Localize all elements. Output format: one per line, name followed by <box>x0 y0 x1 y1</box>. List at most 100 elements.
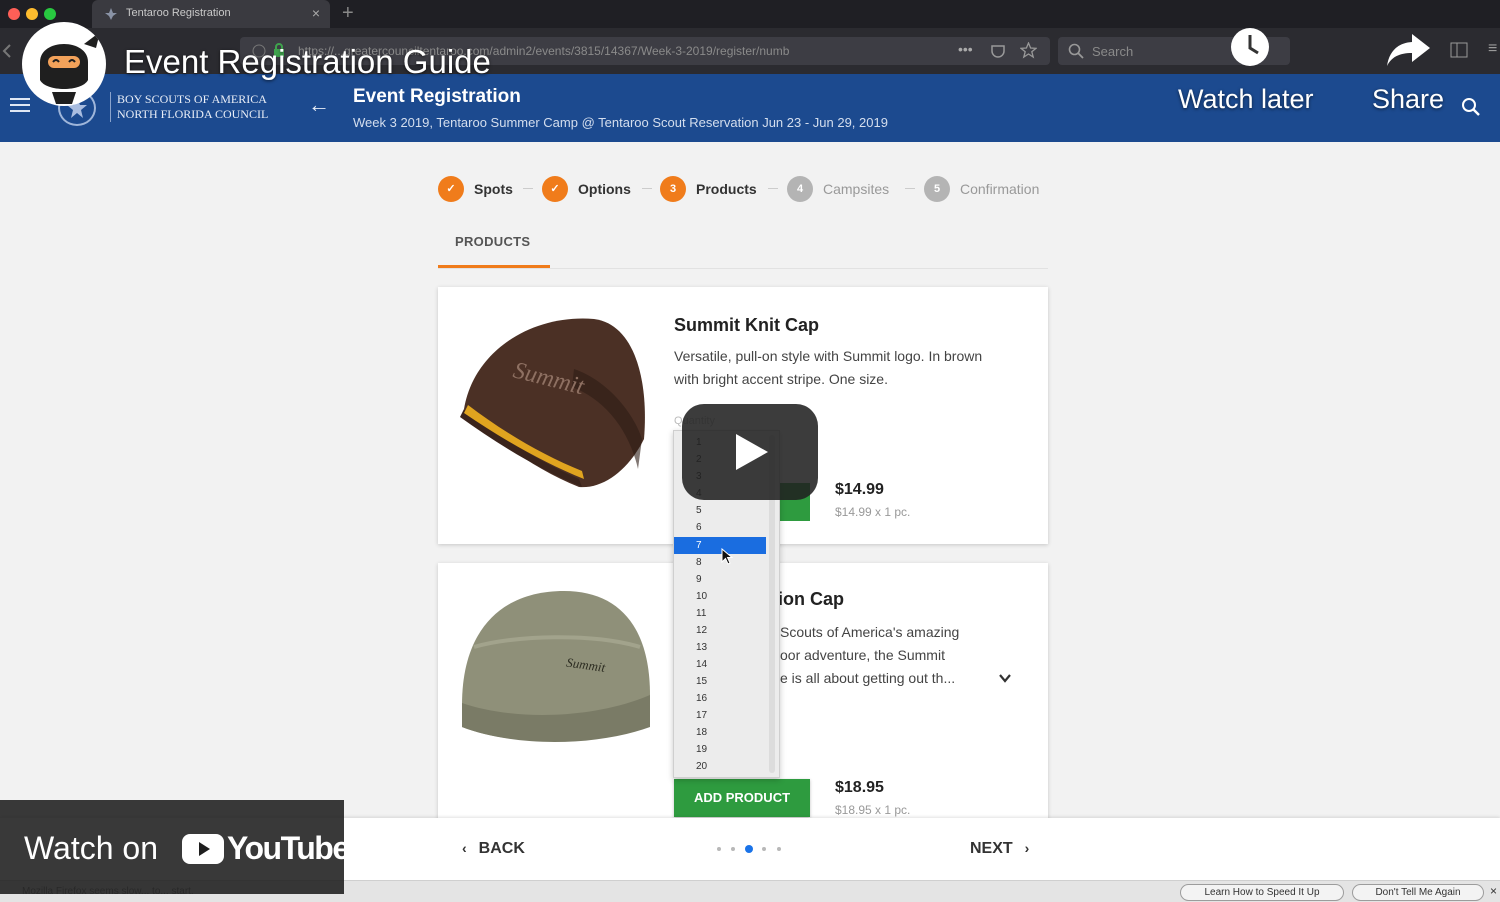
product-name: Summit Knit Cap <box>674 315 820 335</box>
window-minimize-button[interactable] <box>26 8 38 20</box>
field-cap-image: Summit <box>462 591 650 742</box>
ninja-mascot-icon <box>24 24 104 104</box>
step-label: Products <box>696 181 757 197</box>
video-title[interactable]: Event Registration Guide <box>124 43 491 81</box>
product-price: $18.95 <box>835 779 884 796</box>
new-tab-icon[interactable]: + <box>342 2 354 25</box>
quantity-option[interactable]: 8 <box>674 554 766 571</box>
page-dot[interactable] <box>731 847 735 851</box>
pocket-icon[interactable] <box>990 43 1006 59</box>
browser-tab[interactable]: Tentaroo Registration × <box>92 0 330 28</box>
next-button[interactable]: NEXT › <box>970 840 1029 858</box>
description-line: Scouts of America's amazing <box>780 624 960 640</box>
bookmark-star-icon[interactable] <box>1020 42 1037 59</box>
watch-on-label: Watch on <box>24 830 158 866</box>
sidebar-toggle-icon[interactable] <box>1450 42 1468 58</box>
quantity-option[interactable]: 18 <box>674 724 766 741</box>
quantity-option[interactable]: 20 <box>674 758 766 775</box>
fleur-de-lis-favicon-icon <box>105 8 117 20</box>
quantity-option[interactable]: 11 <box>674 605 766 622</box>
product-description: Scouts of America's amazing oor adventur… <box>780 621 1010 690</box>
tab-label: PRODUCTS <box>455 234 531 249</box>
channel-avatar[interactable] <box>22 22 106 106</box>
org-line-2: NORTH FLORIDA COUNCIL <box>117 107 269 121</box>
clock-icon[interactable] <box>1229 26 1271 68</box>
chevron-right-icon: › <box>1024 840 1030 856</box>
back-nav-icon[interactable] <box>0 42 14 60</box>
product-name: ion Cap <box>778 589 844 609</box>
knit-cap-image: Summit <box>460 318 645 488</box>
product-description: Versatile, pull-on style with Summit log… <box>674 348 983 387</box>
search-icon <box>1068 43 1084 59</box>
quantity-option[interactable]: 9 <box>674 571 766 588</box>
share-button[interactable]: Share <box>1372 84 1444 115</box>
quantity-option[interactable]: 6 <box>674 519 766 536</box>
step-divider <box>768 188 778 189</box>
screenshot-root: Tentaroo Registration × + https://...gre… <box>0 0 1500 902</box>
back-arrow-icon[interactable]: ← <box>308 92 330 118</box>
menu-icon[interactable] <box>10 98 30 116</box>
org-line-1: BOY SCOUTS OF AMERICA <box>117 92 267 106</box>
learn-speed-button[interactable]: Learn How to Speed It Up <box>1180 884 1344 901</box>
youtube-wordmark: YouTube <box>227 830 350 866</box>
quantity-option[interactable]: 19 <box>674 741 766 758</box>
step-label: Confirmation <box>960 181 1040 197</box>
page-dot[interactable] <box>717 847 721 851</box>
header-search-icon[interactable] <box>1460 96 1482 118</box>
tab-products[interactable]: PRODUCTS <box>438 222 550 268</box>
page-dot[interactable] <box>762 847 766 851</box>
page-title: Event Registration <box>353 86 521 107</box>
play-icon <box>736 434 768 470</box>
window-close-button[interactable] <box>8 8 20 20</box>
step-label: Spots <box>474 181 513 197</box>
chevron-down-icon[interactable] <box>998 671 1012 685</box>
close-notification-icon[interactable]: × <box>1490 884 1497 898</box>
browser-menu-icon[interactable]: ≡ <box>1488 40 1497 58</box>
browser-search-placeholder: Search <box>1092 44 1134 59</box>
mouse-cursor-icon <box>721 548 733 565</box>
quantity-option[interactable]: 13 <box>674 639 766 656</box>
youtube-logo-icon <box>182 834 224 864</box>
quantity-option[interactable]: 10 <box>674 588 766 605</box>
quantity-option[interactable]: 17 <box>674 707 766 724</box>
quantity-option-selected[interactable]: 7 <box>674 537 766 554</box>
watch-later-button[interactable]: Watch later <box>1178 84 1314 115</box>
description-line: e is all about getting out th... <box>780 670 956 686</box>
step-divider <box>905 188 915 189</box>
step-label: Options <box>578 181 631 197</box>
step-number: 3 <box>660 176 686 202</box>
quantity-option[interactable]: 5 <box>674 502 766 519</box>
window-zoom-button[interactable] <box>44 8 56 20</box>
tab-close-icon[interactable]: × <box>312 5 320 21</box>
chevron-left-icon: ‹ <box>462 840 467 856</box>
description-line: oor adventure, the Summit <box>780 647 945 663</box>
step-divider <box>523 188 533 189</box>
quantity-option[interactable]: 15 <box>674 673 766 690</box>
page-dot[interactable] <box>777 847 781 851</box>
browser-tab-strip: Tentaroo Registration × + <box>0 0 1500 28</box>
step-number: 5 <box>924 176 950 202</box>
step-number: 4 <box>787 176 813 202</box>
council-name: BOY SCOUTS OF AMERICA NORTH FLORIDA COUN… <box>110 92 268 122</box>
product-unit-price: $14.99 x 1 pc. <box>835 505 911 519</box>
quantity-option[interactable]: 14 <box>674 656 766 673</box>
product-unit-price: $18.95 x 1 pc. <box>835 803 911 817</box>
check-icon: ✓ <box>438 176 464 202</box>
next-label: NEXT <box>970 840 1013 857</box>
tab-title: Tentaroo Registration <box>126 7 231 19</box>
watch-on-youtube-button[interactable]: Watch on YouTube <box>0 800 350 894</box>
step-label: Campsites <box>823 181 890 197</box>
quantity-option[interactable]: 16 <box>674 690 766 707</box>
check-icon: ✓ <box>542 176 568 202</box>
page-dot-active[interactable] <box>745 845 753 853</box>
back-label: BACK <box>478 840 525 857</box>
quantity-option[interactable]: 12 <box>674 622 766 639</box>
step-divider <box>642 188 652 189</box>
back-button[interactable]: ‹ BACK <box>462 840 525 858</box>
play-button[interactable] <box>682 404 818 500</box>
share-arrow-icon[interactable] <box>1384 30 1434 68</box>
event-subtitle: Week 3 2019, Tentaroo Summer Camp @ Tent… <box>353 115 888 130</box>
dont-tell-again-button[interactable]: Don't Tell Me Again <box>1352 884 1484 901</box>
add-product-button[interactable]: ADD PRODUCT <box>674 779 810 817</box>
page-actions-icon[interactable]: ••• <box>958 41 973 57</box>
